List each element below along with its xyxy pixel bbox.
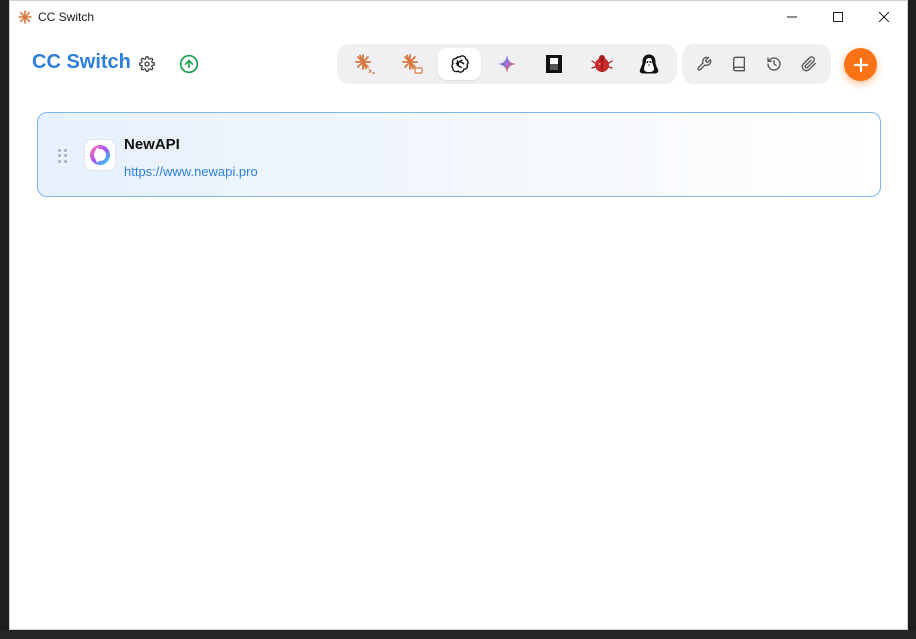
close-icon	[879, 11, 889, 22]
app-tab-penguin[interactable]	[628, 48, 671, 80]
maximize-icon	[833, 11, 843, 22]
provider-name: NewAPI	[124, 136, 180, 153]
book-icon	[732, 56, 745, 72]
settings-button[interactable]	[134, 51, 160, 77]
maximize-button[interactable]	[815, 1, 861, 32]
window-title: CC Switch	[38, 9, 95, 24]
claude-code-icon	[354, 54, 375, 74]
minimize-icon	[787, 16, 797, 17]
gemini-icon	[497, 54, 517, 74]
docs-button[interactable]	[723, 48, 754, 80]
app-title: CC Switch	[32, 51, 131, 73]
app-tab-beetle[interactable]	[580, 48, 623, 80]
app-logo-icon	[18, 9, 32, 24]
arrow-up-circle-icon	[179, 54, 199, 74]
gear-icon	[139, 56, 155, 72]
opencode-icon	[546, 55, 563, 73]
close-button[interactable]	[861, 1, 907, 32]
tools-button[interactable]	[688, 48, 719, 80]
provider-url-link[interactable]: https://www.newapi.pro	[124, 164, 258, 179]
app-tab-gemini[interactable]	[485, 48, 528, 80]
history-button[interactable]	[759, 48, 790, 80]
background-editor-right	[908, 0, 916, 639]
wrench-icon	[697, 56, 711, 71]
app-tab-claude-code[interactable]	[343, 48, 386, 80]
app-tab-opencode[interactable]	[533, 48, 576, 80]
attachments-button[interactable]	[794, 48, 825, 80]
app-header: CC Switch	[10, 32, 907, 96]
app-switcher	[337, 44, 677, 84]
app-tab-claude-desktop[interactable]	[390, 48, 433, 80]
add-provider-button[interactable]	[844, 48, 877, 81]
background-taskbar-strip	[0, 630, 916, 639]
provider-card[interactable]: NewAPI https://www.newapi.pro	[37, 112, 881, 197]
red-beetle-icon	[591, 55, 613, 72]
paperclip-icon	[802, 56, 817, 72]
claude-desktop-icon	[402, 54, 423, 74]
app-window: CC Switch CC Switch NewAPI https://www.n…	[9, 0, 908, 630]
background-editor-left	[0, 0, 9, 639]
title-bar: CC Switch	[10, 1, 907, 32]
update-button[interactable]	[176, 51, 202, 77]
penguin-icon	[639, 54, 659, 74]
drag-handle-icon[interactable]	[58, 149, 68, 163]
openai-codex-icon	[450, 55, 469, 73]
history-icon	[767, 57, 781, 71]
provider-logo-icon	[84, 139, 116, 171]
minimize-button[interactable]	[769, 1, 815, 32]
app-tab-codex[interactable]	[437, 48, 482, 80]
tools-toolbar	[682, 44, 831, 84]
plus-icon	[853, 57, 868, 72]
window-controls	[769, 1, 907, 32]
